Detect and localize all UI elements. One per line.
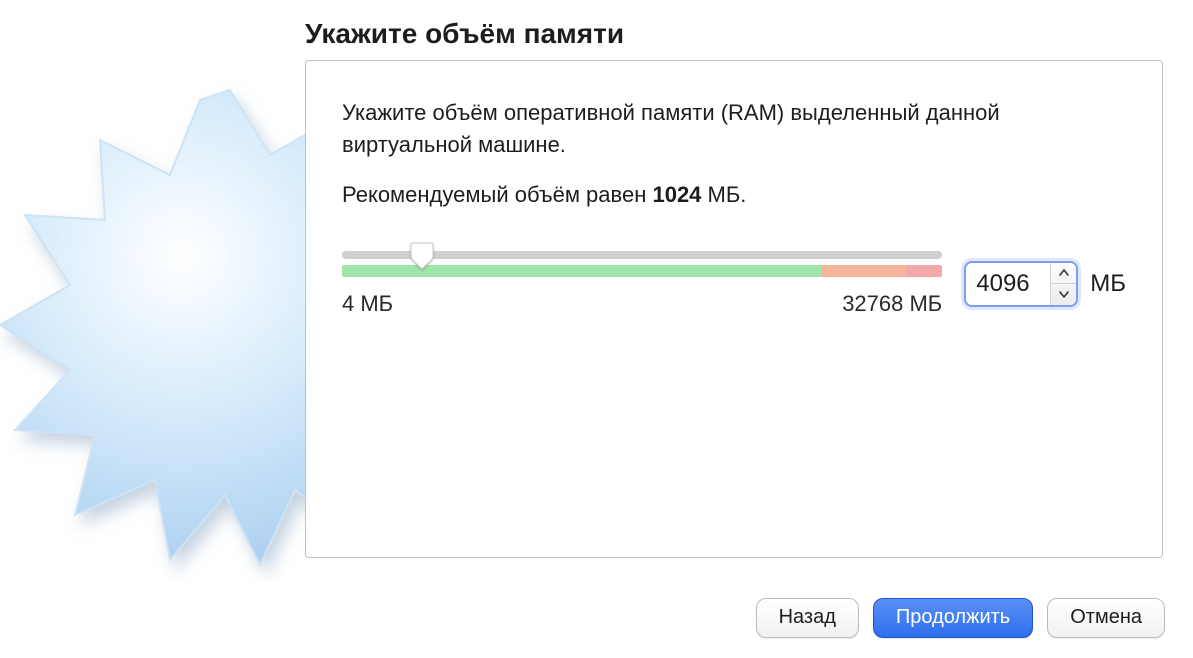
memory-zone-warn [822,265,906,277]
back-button[interactable]: Назад [756,598,859,638]
memory-step-down[interactable] [1051,284,1076,305]
memory-recommendation: Рекомендуемый объём равен 1024 МБ. [342,179,1126,211]
recommendation-prefix: Рекомендуемый объём равен [342,182,652,207]
memory-unit: МБ [1090,270,1126,298]
cancel-button[interactable]: Отмена [1047,598,1165,638]
memory-panel: Укажите объём оперативной памяти (RAM) в… [305,60,1163,558]
memory-slider-thumb[interactable] [410,242,434,270]
memory-description: Укажите объём оперативной памяти (RAM) в… [342,97,1126,161]
memory-slider[interactable] [342,251,942,259]
memory-stepper[interactable] [964,261,1078,307]
memory-min-label: 4 МБ [342,291,393,317]
memory-max-label: 32768 МБ [842,291,942,317]
recommendation-suffix: МБ. [701,182,746,207]
dialog-footer: Назад Продолжить Отмена [756,598,1165,638]
memory-input[interactable] [966,263,1050,305]
memory-zone-critical [906,265,942,277]
recommendation-value: 1024 [652,182,701,207]
memory-step-up[interactable] [1051,263,1076,285]
continue-button[interactable]: Продолжить [873,598,1033,638]
page-title: Укажите объём памяти [305,18,624,50]
